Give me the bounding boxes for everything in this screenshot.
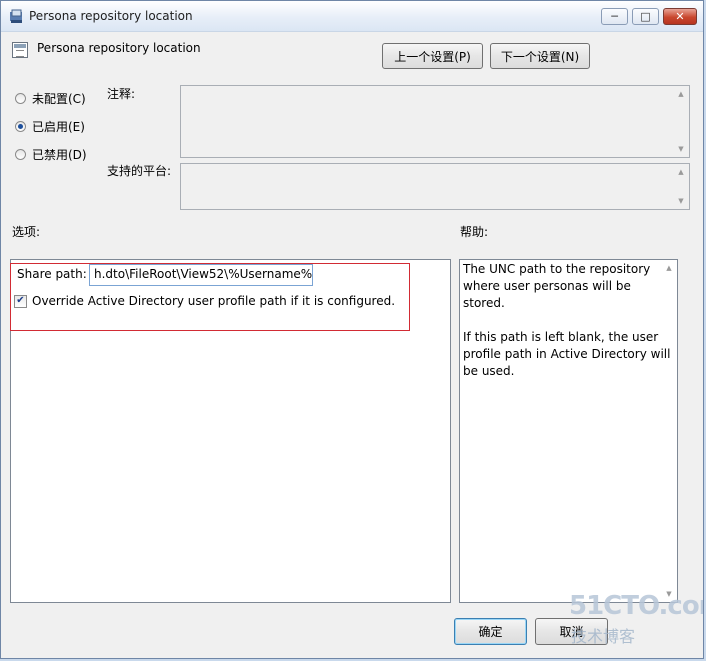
help-paragraph: The UNC path to the repository where use… bbox=[463, 262, 651, 310]
radio-label: 已启用(E) bbox=[32, 120, 85, 134]
watermark-logo: 51CTO.com bbox=[569, 591, 703, 621]
comment-field[interactable]: ▲ ▼ bbox=[180, 85, 690, 158]
share-path-input[interactable]: h.dto\FileRoot\View52\%Username% bbox=[89, 264, 313, 286]
scroll-up-icon[interactable]: ▲ bbox=[678, 168, 683, 176]
ok-button[interactable]: 确定 bbox=[454, 618, 527, 645]
comment-label: 注释: bbox=[107, 87, 136, 101]
maximize-button[interactable]: □ bbox=[632, 8, 659, 25]
radio-icon[interactable] bbox=[15, 121, 26, 132]
previous-setting-button[interactable]: 上一个设置(P) bbox=[382, 43, 483, 69]
platform-scrollbar[interactable]: ▲ ▼ bbox=[673, 164, 689, 209]
radio-icon[interactable] bbox=[15, 149, 26, 160]
override-ad-option[interactable]: ✔ Override Active Directory user profile… bbox=[14, 294, 395, 308]
radio-label: 已禁用(D) bbox=[32, 148, 87, 162]
scroll-down-icon[interactable]: ▼ bbox=[678, 145, 683, 153]
policy-setting-window: Persona repository location ─ □ ✕ Person… bbox=[0, 0, 704, 659]
setting-icon bbox=[12, 42, 28, 58]
radio-enabled[interactable]: 已启用(E) bbox=[15, 118, 85, 135]
title-bar: Persona repository location ─ □ ✕ bbox=[1, 1, 703, 32]
minimize-button[interactable]: ─ bbox=[601, 8, 628, 25]
override-label: Override Active Directory user profile p… bbox=[32, 294, 396, 308]
checkbox-icon[interactable]: ✔ bbox=[14, 294, 27, 308]
scroll-up-icon[interactable]: ▲ bbox=[678, 90, 683, 98]
help-text: The UNC path to the repository where use… bbox=[463, 261, 671, 397]
close-icon: ✕ bbox=[675, 10, 685, 23]
scroll-down-icon[interactable]: ▼ bbox=[678, 197, 683, 205]
share-path-label: Share path: bbox=[17, 267, 87, 281]
radio-icon[interactable] bbox=[15, 93, 26, 104]
radio-not-configured[interactable]: 未配置(C) bbox=[15, 90, 86, 107]
supported-platform-label: 支持的平台: bbox=[107, 164, 172, 178]
help-paragraph: If this path is left blank, the user pro… bbox=[463, 330, 671, 378]
setting-title: Persona repository location bbox=[37, 41, 201, 55]
app-icon bbox=[10, 9, 22, 23]
next-setting-button[interactable]: 下一个设置(N) bbox=[490, 43, 590, 69]
radio-disabled[interactable]: 已禁用(D) bbox=[15, 146, 87, 163]
close-button[interactable]: ✕ bbox=[663, 8, 697, 25]
supported-platform-field: ▲ ▼ bbox=[180, 163, 690, 210]
help-label: 帮助: bbox=[460, 225, 489, 239]
options-label: 选项: bbox=[12, 225, 41, 239]
watermark-text: 技术博客 bbox=[571, 627, 636, 646]
minimize-icon: ─ bbox=[611, 10, 618, 23]
radio-label: 未配置(C) bbox=[32, 92, 86, 106]
maximize-icon: □ bbox=[640, 10, 651, 23]
comment-scrollbar[interactable]: ▲ ▼ bbox=[673, 86, 689, 157]
window-title: Persona repository location bbox=[29, 9, 193, 23]
